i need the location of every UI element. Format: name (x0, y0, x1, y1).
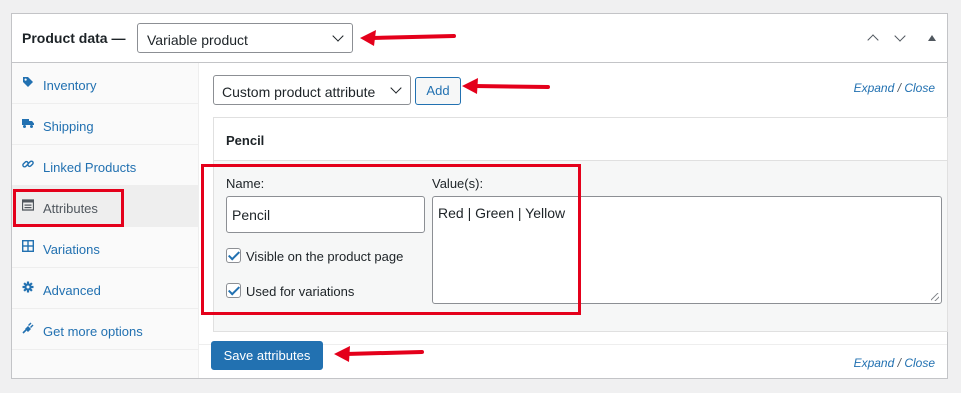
truck-icon (22, 119, 34, 128)
product-data-tabs: Inventory Shipping Linked Products Attri… (12, 63, 199, 378)
tab-shipping[interactable]: Shipping (12, 104, 199, 145)
tab-inventory-label: Inventory (43, 78, 97, 93)
grid-icon (22, 240, 34, 252)
panel-header: Product data — Variable product (12, 14, 947, 63)
link-separator: / (897, 81, 901, 95)
tab-linked-products-label: Linked Products (43, 160, 137, 175)
tab-advanced[interactable]: Advanced (12, 268, 199, 309)
tab-attributes[interactable]: Attributes (12, 186, 199, 227)
checkmark-icon (227, 283, 241, 296)
visible-label: Visible on the product page (246, 249, 404, 264)
attribute-name-value: Pencil (232, 207, 271, 223)
expand-close-bottom: Expand / Close (854, 356, 935, 370)
chevron-up-icon (867, 34, 879, 46)
tab-variations-label: Variations (43, 242, 100, 257)
tab-linked-products[interactable]: Linked Products (12, 145, 199, 186)
tab-get-more-options-label: Get more options (43, 324, 143, 339)
product-data-panel: Product data — Variable product Inventor… (11, 13, 948, 379)
attribute-values-value: Red | Green | Yellow (438, 205, 566, 221)
used-for-variations-checkbox[interactable] (226, 283, 241, 298)
panel-title: Product data — (22, 30, 126, 46)
chevron-down-icon (390, 82, 402, 94)
attribute-pencil: Pencil Name: Pencil Value(s): Red | Gree… (213, 117, 948, 332)
gear-icon (22, 281, 34, 293)
attribute-header[interactable]: Pencil (214, 118, 947, 161)
name-label: Name: (226, 176, 265, 191)
attribute-values-textarea[interactable]: Red | Green | Yellow (432, 196, 942, 304)
link-icon (22, 160, 34, 168)
attribute-heading: Pencil (226, 133, 265, 148)
product-type-select[interactable]: Variable product (137, 23, 353, 53)
move-up-button[interactable] (865, 31, 881, 46)
add-attribute-button[interactable]: Add (415, 77, 461, 105)
plugin-icon (22, 322, 34, 334)
expand-all-link[interactable]: Expand (854, 81, 895, 95)
values-label: Value(s): (432, 176, 484, 191)
link-separator: / (897, 356, 901, 370)
attribute-name-input[interactable]: Pencil (226, 196, 425, 233)
move-down-button[interactable] (892, 30, 908, 45)
close-all-link[interactable]: Close (904, 81, 935, 95)
tab-advanced-label: Advanced (43, 283, 101, 298)
list-icon (22, 199, 34, 211)
expand-all-link[interactable]: Expand (854, 356, 895, 370)
attributes-panel: Custom product attribute Add Expand / Cl… (199, 63, 948, 378)
tab-get-more-options[interactable]: Get more options (12, 309, 199, 350)
collapse-toggle-icon[interactable] (928, 35, 936, 41)
attribute-taxonomy-value: Custom product attribute (222, 84, 376, 100)
checkmark-icon (227, 248, 241, 261)
tag-icon (23, 77, 33, 87)
tab-attributes-label: Attributes (43, 201, 98, 216)
attribute-taxonomy-select[interactable]: Custom product attribute (213, 75, 411, 105)
tab-inventory[interactable]: Inventory (12, 63, 199, 104)
save-attributes-button[interactable]: Save attributes (211, 341, 323, 370)
tab-shipping-label: Shipping (43, 119, 94, 134)
visible-checkbox[interactable] (226, 248, 241, 263)
chevron-down-icon (332, 30, 344, 42)
tab-variations[interactable]: Variations (12, 227, 199, 268)
chevron-down-icon (894, 30, 906, 42)
expand-close-top: Expand / Close (854, 81, 935, 95)
close-all-link[interactable]: Close (904, 356, 935, 370)
resize-grip-icon[interactable] (931, 293, 939, 301)
used-for-variations-label: Used for variations (246, 284, 355, 299)
product-type-value: Variable product (147, 32, 248, 48)
